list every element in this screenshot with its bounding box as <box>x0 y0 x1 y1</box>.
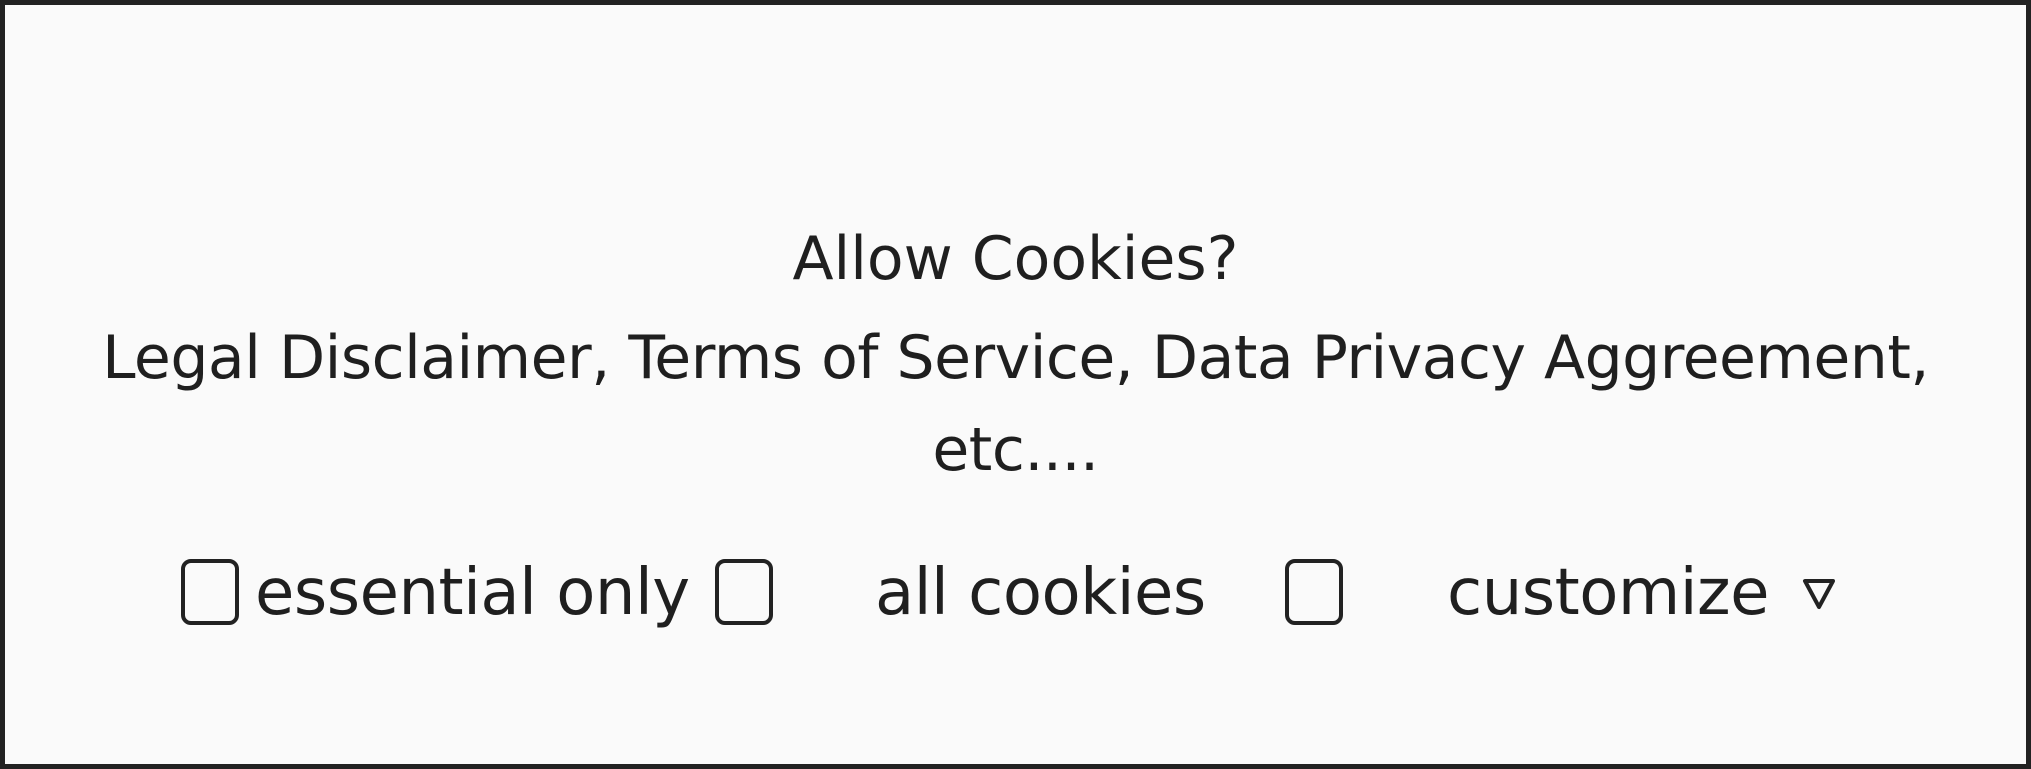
customize-label[interactable]: customize <box>1447 555 1769 631</box>
cookie-options: essential only all cookies customize <box>5 555 2026 635</box>
all-cookies-checkbox[interactable] <box>715 559 773 625</box>
triangle-down-icon[interactable] <box>1802 577 1836 611</box>
essential-only-checkbox[interactable] <box>181 559 239 625</box>
cookie-consent-dialog: Allow Cookies? Legal Disclaimer, Terms o… <box>0 0 2031 769</box>
legal-disclaimer-text: Legal Disclaimer, Terms of Service, Data… <box>102 323 1929 485</box>
essential-only-label[interactable]: essential only <box>255 555 690 631</box>
customize-checkbox[interactable] <box>1285 559 1343 625</box>
dialog-title: Allow Cookies? <box>792 224 1239 294</box>
all-cookies-label[interactable]: all cookies <box>875 555 1206 631</box>
